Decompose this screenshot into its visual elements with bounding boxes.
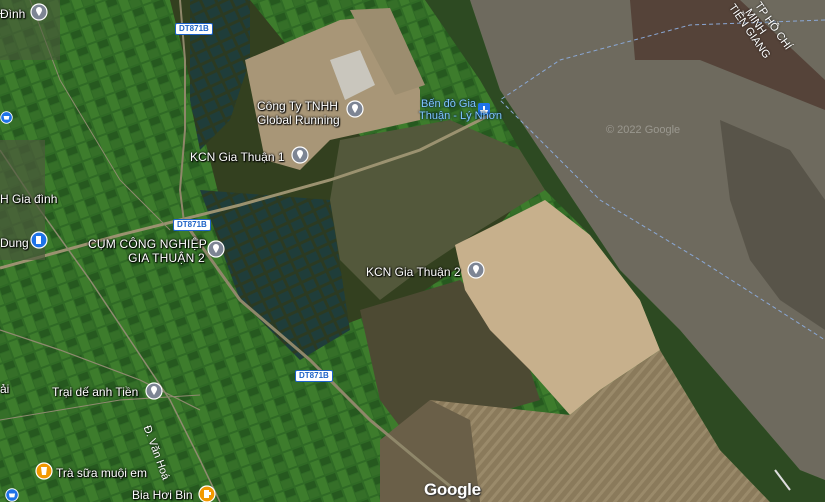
poi-global-running-line2: Global Running [257,113,340,127]
poi-ccn-label[interactable]: CỤM CÔNG NGHIỆP GIA THUẬN 2 [88,237,207,265]
poi-ferry-line2: Thuận - Lý Nhơn [419,110,503,122]
poi-tra-sua-label[interactable]: Trà sữa muội em [56,466,147,480]
map-canvas[interactable]: Công Ty TNHH Global Running KCN Gia Thuậ… [0,0,825,502]
bar-icon[interactable] [198,485,216,502]
edge-label-gia-dinh: H Gia đình [0,192,58,206]
poi-global-running-label[interactable]: Công Ty TNHH Global Running [257,99,340,127]
cafe-icon[interactable] [35,462,53,480]
poi-ferry-line1: Bến đò Gia [421,98,477,110]
road-shield-dt871b: DT871B [295,370,333,382]
poi-bia-label[interactable]: Bia Hơi Bin [132,488,193,502]
map-pin-icon[interactable] [145,382,163,400]
road-shield-dt871b: DT871B [175,23,213,35]
poi-global-running-line1: Công Ty TNHH [257,99,338,113]
edge-label-dinh: Đình [0,7,26,21]
edge-label-ai: ải [0,382,10,396]
poi-ferry-label[interactable]: Bến đò Gia Thuận - Lý Nhơn [419,98,502,122]
map-pin-icon[interactable] [467,261,485,279]
google-logo: Google [424,480,481,499]
road-shield-dt871b: DT871B [173,219,211,231]
edge-label-dung: Dung [0,236,29,250]
shopping-icon[interactable] [5,488,19,502]
map-pin-icon[interactable] [30,3,48,21]
poi-ccn-line1: CỤM CÔNG NGHIỆP [88,237,208,251]
gas-station-icon[interactable] [30,231,48,249]
map-pin-icon[interactable] [346,100,364,118]
poi-kcn2-label[interactable]: KCN Gia Thuận 2 [366,265,461,279]
poi-ccn-line2: GIA THUẬN 2 [128,251,205,265]
poi-trai-label[interactable]: Trại dế anh Tiền [52,385,138,399]
map-copyright: © 2022 Google [606,124,681,136]
map-pin-icon[interactable] [207,240,225,258]
poi-kcn1-label[interactable]: KCN Gia Thuận 1 [190,150,285,164]
map-pin-icon[interactable] [291,146,309,164]
shopping-icon[interactable] [0,111,13,124]
